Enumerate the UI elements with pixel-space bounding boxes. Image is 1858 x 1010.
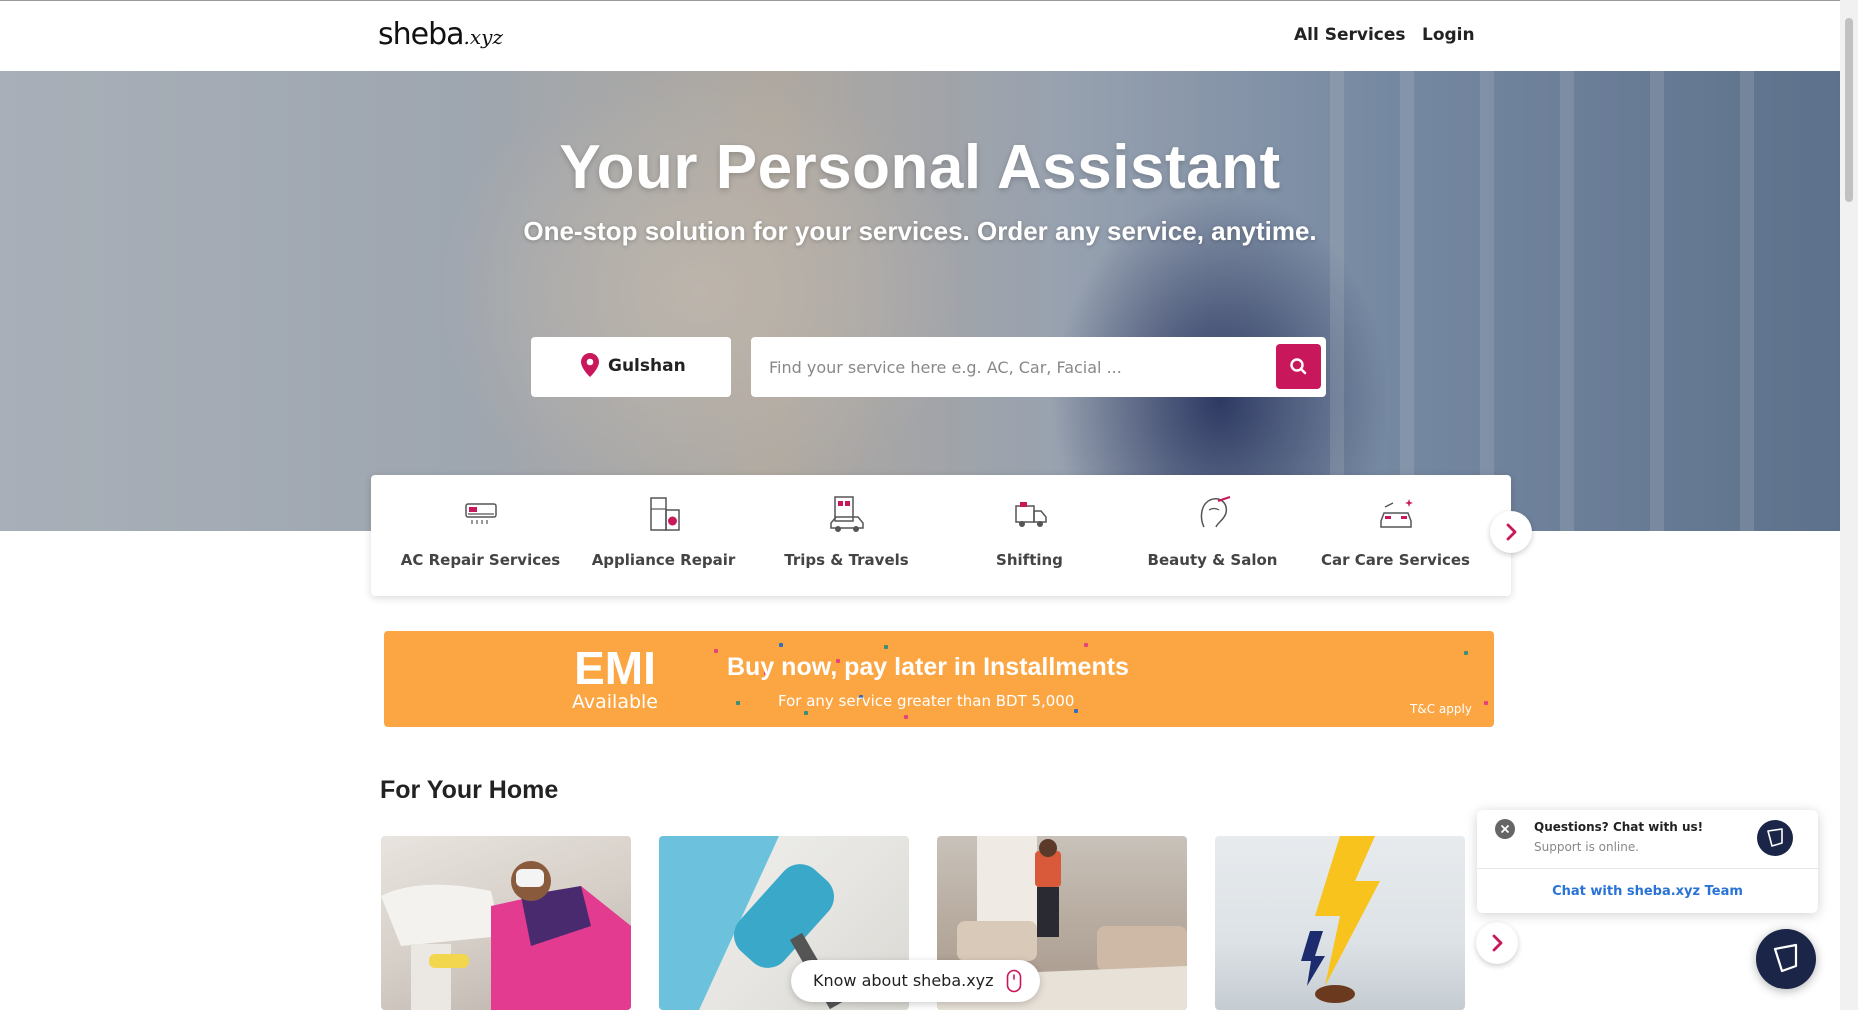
- confetti: [804, 711, 808, 715]
- chat-launcher-button[interactable]: [1756, 929, 1816, 989]
- emi-title: EMI: [574, 642, 656, 694]
- know-about-button[interactable]: Know about sheba.xyz: [791, 960, 1040, 1002]
- hero-subtitle: One-stop solution for your services. Ord…: [523, 216, 1317, 246]
- chat-agent-avatar: [1757, 820, 1793, 856]
- chat-bubble-icon: [1757, 828, 1793, 860]
- category-label: AC Repair Services: [400, 551, 561, 569]
- confetti: [779, 643, 783, 647]
- confetti: [714, 649, 718, 653]
- confetti: [1084, 643, 1088, 647]
- category-next-button[interactable]: [1490, 511, 1532, 553]
- logo-tld-text: .xyz: [463, 25, 504, 49]
- ac-unit-icon: [460, 493, 502, 535]
- nav-all-services[interactable]: All Services: [1294, 25, 1406, 45]
- chat-divider: [1477, 868, 1818, 869]
- home-next-button[interactable]: [1476, 922, 1518, 964]
- confetti: [904, 715, 908, 719]
- pest-control-photo: [1301, 836, 1380, 1003]
- service-card-plumbing[interactable]: [381, 836, 631, 1010]
- confetti: [1464, 651, 1468, 655]
- know-about-label: Know about sheba.xyz: [813, 971, 994, 990]
- logo-main-text: sheba: [378, 17, 465, 52]
- hero-title: Your Personal Assistant: [559, 133, 1281, 202]
- category-car-care[interactable]: Car Care Services: [1304, 475, 1487, 596]
- location-label: Gulshan: [608, 356, 686, 376]
- chat-bubble-icon: [1756, 943, 1816, 993]
- chevron-right-icon: [1476, 934, 1518, 968]
- confetti: [1074, 709, 1078, 713]
- section-title-home: For Your Home: [380, 776, 559, 804]
- category-trips-travels[interactable]: Trips & Travels: [755, 475, 938, 596]
- emi-headline: Buy now, pay later in Installments: [727, 653, 1129, 681]
- category-beauty-salon[interactable]: Beauty & Salon: [1121, 475, 1304, 596]
- plumbing-photo: [381, 861, 631, 1010]
- search-icon: [1276, 358, 1321, 393]
- service-card-pest-control[interactable]: [1215, 836, 1465, 1010]
- category-label: Shifting: [996, 551, 1063, 569]
- moving-truck-icon: [1009, 493, 1051, 535]
- scrollbar-thumb[interactable]: [1845, 18, 1853, 202]
- category-shifting[interactable]: Shifting: [938, 475, 1121, 596]
- chat-status: Support is online.: [1534, 840, 1640, 854]
- emi-terms: T&C apply: [1410, 702, 1472, 716]
- travel-luggage-icon: [826, 493, 868, 535]
- category-label: Beauty & Salon: [1147, 551, 1278, 569]
- category-strip: AC Repair Services Appliance Repair Trip…: [371, 475, 1511, 596]
- beauty-face-icon: [1192, 493, 1234, 535]
- category-label: Car Care Services: [1321, 551, 1470, 569]
- search-button[interactable]: [1276, 344, 1321, 389]
- appliance-icon: [643, 493, 685, 535]
- category-ac-repair[interactable]: AC Repair Services: [389, 475, 572, 596]
- category-appliance-repair[interactable]: Appliance Repair: [572, 475, 755, 596]
- confetti: [1484, 701, 1488, 705]
- emi-available: Available: [571, 691, 658, 713]
- car-wash-icon: [1375, 493, 1417, 535]
- sheba-logo[interactable]: sheba.xyz: [378, 17, 503, 52]
- page: sheba.xyz All Services Login Your Person…: [0, 0, 1858, 1010]
- search-bar: [751, 337, 1326, 397]
- chevron-right-icon: [1490, 523, 1532, 557]
- confetti: [736, 701, 740, 705]
- search-input[interactable]: [769, 351, 1249, 383]
- emi-subtext: For any service greater than BDT 5,000: [778, 692, 1075, 710]
- chat-close-button[interactable]: [1495, 819, 1515, 839]
- category-label: Trips & Travels: [784, 551, 909, 569]
- chat-with-team-link[interactable]: Chat with sheba.xyz Team: [1477, 884, 1818, 899]
- close-icon: [1495, 824, 1515, 843]
- top-header: sheba.xyz All Services Login: [0, 0, 1840, 71]
- confetti: [884, 645, 888, 649]
- emi-promo-banner[interactable]: % EMI Available Buy now, pay later in In…: [384, 631, 1494, 727]
- map-pin-icon: [581, 353, 599, 381]
- location-selector[interactable]: Gulshan: [531, 337, 731, 397]
- category-label: Appliance Repair: [591, 551, 736, 569]
- scroll-mouse-icon: [1006, 969, 1022, 997]
- nav-login[interactable]: Login: [1422, 25, 1475, 45]
- page-scrollbar[interactable]: [1840, 0, 1858, 1010]
- chat-question: Questions? Chat with us!: [1534, 820, 1704, 834]
- chat-popup: Questions? Chat with us! Support is onli…: [1477, 810, 1818, 913]
